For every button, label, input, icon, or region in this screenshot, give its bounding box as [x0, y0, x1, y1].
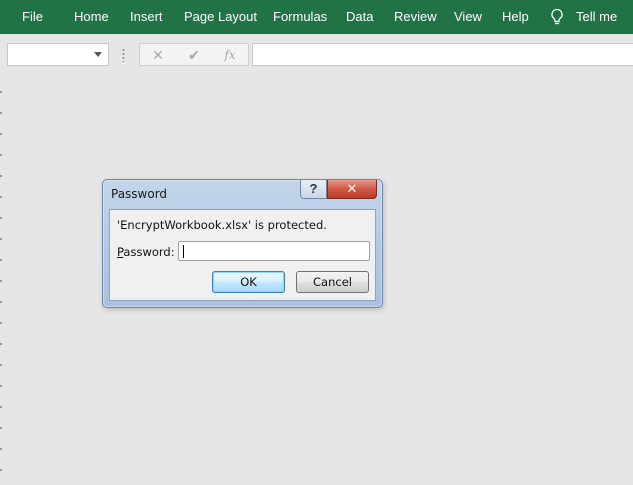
tab-file[interactable]: File	[22, 0, 43, 34]
drag-handle-icon[interactable]	[122, 48, 125, 62]
tab-review[interactable]: Review	[394, 0, 437, 34]
tab-data[interactable]: Data	[346, 0, 373, 34]
formula-input[interactable]	[252, 43, 633, 66]
name-box[interactable]	[7, 43, 109, 66]
tab-help[interactable]: Help	[502, 0, 529, 34]
formula-buttons: ✕ ✔ fx	[139, 43, 249, 66]
password-input[interactable]	[178, 241, 370, 261]
tab-home[interactable]: Home	[74, 0, 109, 34]
window-left-edge	[0, 72, 2, 485]
help-button[interactable]: ?	[300, 180, 327, 199]
ok-button[interactable]: OK	[212, 271, 285, 293]
cancel-icon[interactable]: ✕	[148, 46, 168, 64]
close-button[interactable]: ✕	[327, 180, 377, 199]
cancel-button[interactable]: Cancel	[296, 271, 369, 293]
tell-me-search[interactable]: Tell me	[576, 0, 617, 34]
dialog-body: 'EncryptWorkbook.xlsx' is protected. Pas…	[109, 209, 376, 301]
formula-bar: ✕ ✔ fx	[0, 34, 633, 72]
tab-insert[interactable]: Insert	[130, 0, 163, 34]
insert-function-icon[interactable]: fx	[220, 46, 240, 64]
password-dialog: Password ? ✕ 'EncryptWorkbook.xlsx' is p…	[102, 179, 383, 308]
tab-page-layout[interactable]: Page Layout	[184, 0, 257, 34]
password-label-text: assword:	[123, 245, 175, 259]
lightbulb-icon[interactable]	[549, 8, 565, 26]
tab-formulas[interactable]: Formulas	[273, 0, 327, 34]
password-label: Password:	[117, 245, 175, 259]
chevron-down-icon[interactable]	[94, 52, 102, 57]
text-caret	[183, 245, 184, 258]
tab-view[interactable]: View	[454, 0, 482, 34]
protected-message: 'EncryptWorkbook.xlsx' is protected.	[117, 218, 327, 232]
ribbon-tab-bar: File Home Insert Page Layout Formulas Da…	[0, 0, 633, 34]
dialog-title: Password	[111, 187, 168, 201]
enter-icon[interactable]: ✔	[184, 46, 204, 64]
